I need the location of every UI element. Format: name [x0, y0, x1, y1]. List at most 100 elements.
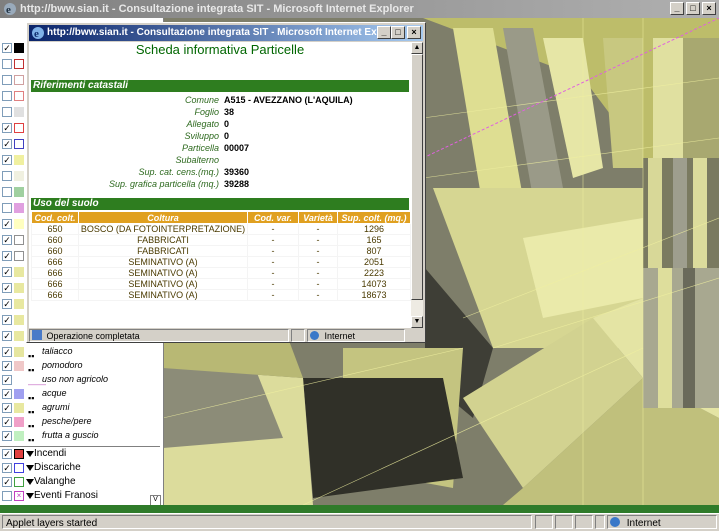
scroll-thumb[interactable] — [411, 54, 423, 300]
layer-swatch — [14, 315, 24, 325]
layer-checkbox[interactable]: ✓ — [2, 315, 12, 325]
layer-checkbox[interactable]: ✓ — [2, 235, 12, 245]
layer-swatch — [14, 187, 24, 197]
status-text: Applet layers started — [6, 518, 98, 529]
layer-checkbox[interactable]: ✓ — [2, 251, 12, 261]
expand-arrow-icon[interactable] — [26, 451, 34, 457]
layer-checkbox[interactable] — [2, 187, 12, 197]
layer-checkbox[interactable]: ✓ — [2, 477, 12, 487]
layer-checkbox[interactable]: ✓ — [2, 267, 12, 277]
layer-item-agrumi[interactable]: ✓ ▪▪ agrumi — [0, 402, 160, 417]
cell-varieta: - — [298, 234, 338, 246]
layer-group-incendi[interactable]: ✓ Incendi — [0, 448, 160, 462]
popup-minimize-button[interactable]: _ — [377, 26, 391, 39]
table-row: 666 SEMINATIVO (A) - - 2051 — [31, 256, 411, 268]
layer-swatch — [14, 477, 24, 487]
field-label-subalterno: Subalterno — [175, 155, 219, 165]
layer-checkbox[interactable]: ✓ — [2, 403, 12, 413]
layer-checkbox[interactable] — [2, 203, 12, 213]
cell-cod-colt: 666 — [31, 278, 79, 290]
layer-swatch — [14, 347, 24, 357]
column-header: Varietà — [298, 211, 338, 224]
field-value-particella: 00007 — [224, 143, 250, 153]
layer-group-valanghe[interactable]: ✓ Valanghe — [0, 476, 160, 490]
layer-swatch — [14, 171, 24, 181]
layer-item-taliacco[interactable]: ✓ ▪▪ taliacco — [0, 346, 160, 361]
cell-cod-colt: 660 — [31, 245, 79, 257]
popup-maximize-button[interactable]: □ — [391, 26, 405, 39]
minimize-button[interactable]: _ — [670, 2, 684, 15]
table-row: 666 SEMINATIVO (A) - - 14073 — [31, 278, 411, 290]
layer-checkbox[interactable]: ✓ — [2, 139, 12, 149]
table-row: 660 FABBRICATI - - 165 — [31, 234, 411, 246]
layer-checkbox[interactable] — [2, 171, 12, 181]
cell-cod-colt: 666 — [31, 256, 79, 268]
line-symbol-icon: ▪▪ — [28, 435, 35, 445]
layer-swatch — [14, 91, 24, 101]
layer-checkbox[interactable] — [2, 59, 12, 69]
layer-checkbox[interactable] — [2, 491, 12, 501]
layer-checkbox[interactable]: ✓ — [2, 361, 12, 371]
layer-checkbox[interactable] — [2, 107, 12, 117]
layer-checkbox[interactable]: ✓ — [2, 299, 12, 309]
layer-checkbox[interactable]: ✓ — [2, 123, 12, 133]
popup-content: Scheda informativa Particelle Riferiment… — [29, 42, 411, 328]
scroll-up-icon[interactable]: ▲ — [411, 42, 423, 54]
scroll-down-icon[interactable]: ▼ — [411, 316, 423, 328]
field-value-comune: A515 - AVEZZANO (L'AQUILA) — [224, 95, 353, 105]
expand-arrow-icon[interactable] — [26, 465, 34, 471]
layer-swatch — [14, 107, 24, 117]
layer-swatch — [14, 389, 24, 399]
layer-swatch — [14, 299, 24, 309]
expand-arrow-icon[interactable] — [26, 493, 34, 499]
layer-checkbox[interactable]: ✓ — [2, 389, 12, 399]
layer-swatch — [14, 375, 24, 385]
layer-item-pesche-pere[interactable]: ✓ ▪▪ pesche/pere — [0, 416, 160, 431]
layer-checkbox[interactable]: ✓ — [2, 375, 12, 385]
maximize-button[interactable]: □ — [686, 2, 700, 15]
cell-varieta: - — [298, 289, 338, 301]
layer-label: pomodoro — [42, 360, 83, 370]
field-value-sup-grafica: 39288 — [224, 179, 250, 189]
globe-icon — [610, 517, 620, 527]
popup-title-bar[interactable]: e http://bww.sian.it - Consultazione int… — [29, 25, 423, 41]
layer-checkbox[interactable]: ✓ — [2, 463, 12, 473]
status-pane — [555, 515, 573, 529]
layer-checkbox[interactable]: ✓ — [2, 43, 12, 53]
layer-checkbox[interactable] — [2, 91, 12, 101]
status-bar: Applet layers started Internet — [0, 513, 719, 530]
layer-checkbox[interactable]: ✓ — [2, 347, 12, 357]
page-done-icon — [32, 330, 42, 340]
layer-checkbox[interactable]: ✓ — [2, 219, 12, 229]
column-header: Sup. colt. (mq.) — [337, 211, 411, 224]
cell-cod-var: - — [247, 223, 299, 235]
cell-cod-var: - — [247, 267, 299, 279]
layer-checkbox[interactable] — [2, 75, 12, 85]
popup-scrollbar[interactable]: ▲ ▼ — [411, 42, 423, 328]
table-header-row: Cod. colt. Coltura Cod. var. Varietà Sup… — [31, 211, 411, 224]
printer-icon — [14, 43, 24, 53]
layer-swatch — [14, 59, 24, 69]
layer-checkbox[interactable]: ✓ — [2, 283, 12, 293]
column-header: Cod. colt. — [31, 211, 79, 224]
layer-item-frutta-a-guscio[interactable]: ✓ ▪▪ frutta a guscio — [0, 430, 160, 445]
layer-checkbox[interactable]: ✓ — [2, 155, 12, 165]
popup-close-button[interactable]: × — [407, 26, 421, 39]
layer-checkbox[interactable]: ✓ — [2, 331, 12, 341]
layer-group-discariche[interactable]: ✓ Discariche — [0, 462, 160, 476]
layer-checkbox[interactable]: ✓ — [2, 417, 12, 427]
cell-sup-colt: 2223 — [337, 267, 411, 279]
expand-arrow-icon[interactable] — [26, 479, 34, 485]
layer-swatch — [14, 431, 24, 441]
close-button[interactable]: × — [702, 2, 716, 15]
layer-item-uso-non-agricolo[interactable]: ✓ —— uso non agricolo — [0, 374, 160, 389]
cell-coltura: FABBRICATI — [78, 234, 248, 246]
cell-sup-colt: 1296 — [337, 223, 411, 235]
layer-item-pomodoro[interactable]: ✓ ▪▪ pomodoro — [0, 360, 160, 375]
particelle-popup-window: e http://bww.sian.it - Consultazione int… — [26, 22, 426, 343]
layer-checkbox[interactable]: ✓ — [2, 431, 12, 441]
layer-label: pesche/pere — [42, 416, 92, 426]
layer-checkbox[interactable]: ✓ — [2, 449, 12, 459]
layer-group-eventi-franosi[interactable]: × Eventi Franosi — [0, 490, 160, 504]
layer-item-acque[interactable]: ✓ ▪▪ acque — [0, 388, 160, 403]
